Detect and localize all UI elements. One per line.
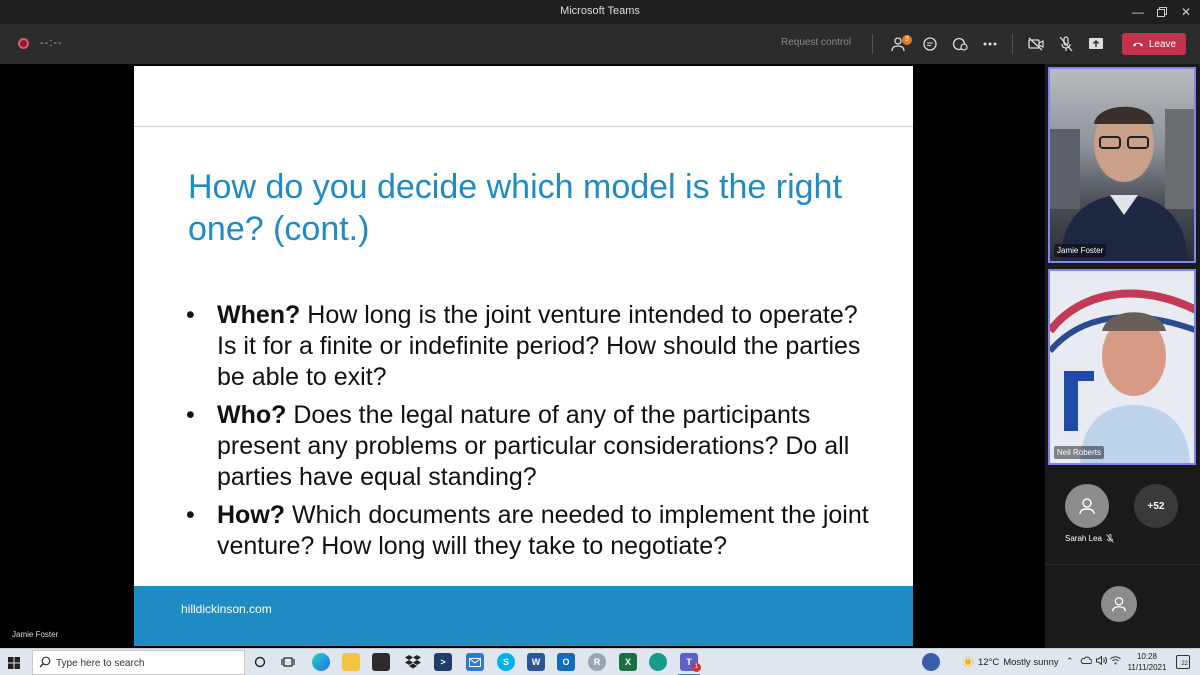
windows-logo-icon [8, 657, 20, 669]
file-explorer-icon[interactable] [342, 653, 360, 671]
reactions-button[interactable] [948, 32, 972, 56]
outlook-icon[interactable]: O [557, 653, 575, 671]
bullet-text: Does the legal nature of any of the part… [217, 401, 850, 491]
participants-button[interactable]: 3 [888, 32, 912, 56]
people-tray-icon[interactable] [922, 653, 940, 671]
taskbar-search-box[interactable]: Type here to search [32, 650, 245, 675]
onedrive-icon[interactable] [1080, 656, 1093, 666]
wifi-icon[interactable] [1110, 656, 1121, 667]
skype-icon[interactable]: S [497, 653, 515, 671]
bullet-text: Which documents are needed to implement … [217, 501, 869, 560]
store-icon[interactable] [372, 653, 390, 671]
search-icon [39, 656, 51, 668]
participant-video-icon [1050, 289, 1194, 463]
panel-divider [1045, 564, 1200, 565]
mail-icon[interactable] [466, 653, 484, 671]
window-title: Microsoft Teams [560, 5, 640, 17]
participant-name: Neil Roberts [1054, 446, 1105, 459]
presentation-slide: How do you decide which model is the rig… [134, 66, 913, 646]
windows-taskbar: Type here to search > S W O R X T 1 12°C… [0, 648, 1200, 675]
bullet-text: How long is the joint venture intended t… [217, 301, 861, 391]
chat-button[interactable] [918, 32, 942, 56]
slide-title: How do you decide which model is the rig… [188, 168, 842, 248]
clock-date: 11/11/2021 [1127, 663, 1167, 672]
participant-name: Sarah Lea [1065, 534, 1102, 543]
bullet-marker: • [186, 501, 195, 529]
participants-badge: 3 [902, 35, 912, 45]
leave-label: Leave [1148, 38, 1177, 50]
avatar-sarah-lea[interactable] [1065, 484, 1109, 528]
participant-name: Jamie Foster [1054, 244, 1107, 257]
avatar-self[interactable] [1101, 586, 1137, 622]
person-icon [1112, 597, 1126, 612]
more-icon [983, 42, 997, 46]
weather-temp: 12°C [978, 656, 1000, 668]
camera-off-icon [1028, 37, 1044, 51]
phone-hangup-icon [1132, 42, 1143, 47]
teams-badge: 1 [692, 663, 701, 672]
slide-bullet-list: • When? How long is the joint venture int… [184, 300, 884, 569]
mic-off-icon [1059, 36, 1073, 52]
request-control-button[interactable]: Request control [781, 37, 851, 48]
dropbox-icon[interactable] [404, 653, 422, 671]
system-clock[interactable]: 10:28 11/11/2021 [1124, 651, 1170, 673]
video-tile-neil-roberts[interactable]: Neil Roberts [1048, 269, 1196, 465]
search-placeholder: Type here to search [56, 658, 145, 669]
participant-panel: Jamie Foster Neil Roberts +52 Sarah Lea [1045, 64, 1200, 648]
presenter-name: Jamie Foster [12, 630, 59, 639]
task-view-icon[interactable] [279, 653, 297, 671]
cortana-icon[interactable] [251, 653, 269, 671]
bullet-term: When? [217, 301, 301, 329]
bullet-how: • How? Which documents are needed to impl… [184, 500, 884, 562]
volume-icon[interactable] [1096, 655, 1107, 667]
person-icon [1079, 498, 1095, 515]
camera-toggle-button[interactable] [1024, 32, 1048, 56]
share-screen-icon [1089, 38, 1103, 49]
sun-icon [962, 656, 974, 668]
slide-footer-bar: hilldickinson.com [134, 586, 913, 646]
clock-time: 10:28 [1136, 652, 1158, 661]
notification-count: 22 [1181, 661, 1188, 667]
mic-muted-icon [1106, 534, 1114, 543]
reactions-icon [952, 37, 968, 51]
more-participants-button[interactable]: +52 [1134, 484, 1178, 528]
excel-icon[interactable]: X [619, 653, 637, 671]
more-actions-button[interactable] [978, 32, 1002, 56]
weather-description: Mostly sunny [1003, 656, 1059, 668]
app-r-icon[interactable]: R [588, 653, 606, 671]
bullet-who: • Who? Does the legal nature of any of th… [184, 400, 884, 493]
powershell-icon[interactable]: > [434, 653, 452, 671]
video-tile-jamie-foster[interactable]: Jamie Foster [1048, 67, 1196, 263]
shared-screen-stage: How do you decide which model is the rig… [0, 64, 1045, 648]
app-circle-icon[interactable] [649, 653, 667, 671]
edge-browser-icon[interactable] [312, 653, 330, 671]
mic-toggle-button[interactable] [1054, 32, 1078, 56]
chat-icon [923, 37, 937, 51]
title-bar: Microsoft Teams — ✕ [0, 0, 1200, 24]
recording-icon [18, 38, 29, 49]
share-button[interactable] [1084, 32, 1108, 56]
weather-widget[interactable]: 12°C Mostly sunny [962, 656, 1059, 668]
bullet-when: • When? How long is the joint venture int… [184, 300, 884, 393]
slide-divider [134, 126, 913, 127]
leave-button[interactable]: Leave [1122, 33, 1186, 55]
tray-chevron-icon[interactable]: ⌃ [1066, 656, 1074, 667]
toolbar-divider [872, 34, 873, 54]
meeting-timer: --:-- [40, 37, 63, 49]
meeting-toolbar: --:-- Request control 3 Leave [0, 24, 1200, 64]
bullet-term: Who? [217, 401, 287, 429]
close-icon[interactable]: ✕ [1171, 0, 1200, 24]
participant-video-icon [1050, 106, 1194, 261]
bullet-term: How? [217, 501, 286, 529]
word-icon[interactable]: W [527, 653, 545, 671]
slide-footer-url: hilldickinson.com [181, 602, 272, 616]
bullet-marker: • [186, 401, 195, 429]
toolbar-divider [1012, 34, 1013, 54]
participant-label-sarah-lea: Sarah Lea [1065, 534, 1114, 543]
start-button[interactable] [8, 656, 20, 674]
bullet-marker: • [186, 301, 195, 329]
notification-center-icon[interactable]: 22 [1176, 655, 1190, 669]
